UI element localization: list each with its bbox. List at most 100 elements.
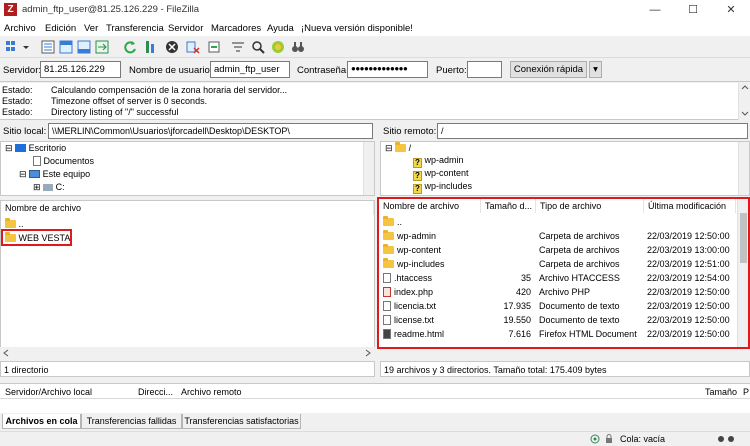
password-input[interactable]: ●●●●●●●●●●●●●: [347, 61, 428, 78]
remote-path-input[interactable]: /: [437, 123, 748, 139]
file-name: ..: [397, 217, 403, 227]
queue-col-direction[interactable]: Direcci...: [138, 387, 173, 397]
tree-node-este-equipo[interactable]: ⊟ Este equipo: [19, 169, 90, 180]
file-size-cell: 35: [520, 273, 531, 283]
sync-browse-icon[interactable]: [270, 39, 286, 55]
menu-nueva-version[interactable]: ¡Nueva versión disponible!: [301, 23, 413, 34]
column-header-modified[interactable]: Última modificación: [644, 199, 736, 213]
log-scrollbar[interactable]: [738, 83, 750, 120]
remote-tree-scrollbar[interactable]: [738, 142, 749, 195]
scroll-thumb[interactable]: [740, 213, 747, 263]
toggle-remote-tree-icon[interactable]: [76, 39, 92, 55]
file-date-cell: 22/03/2019 12:54:00: [647, 273, 730, 283]
queue-col-priority[interactable]: P: [743, 387, 749, 397]
file-name-cell: index.php: [383, 285, 479, 299]
site-manager-icon[interactable]: [4, 39, 20, 55]
tree-node-c-drive[interactable]: ⊞ C:: [33, 182, 65, 193]
expand-toggle-icon[interactable]: ⊞: [33, 182, 41, 192]
toolbar: [0, 36, 750, 58]
tab-successful-transfers[interactable]: Transferencias satisfactorias: [182, 414, 301, 429]
quickconnect-bar: Servidor: 81.25.126.229 Nombre de usuari…: [0, 58, 750, 82]
reconnect-icon[interactable]: [206, 39, 222, 55]
local-hscrollbar[interactable]: [0, 347, 375, 360]
remote-list-scrollbar[interactable]: [737, 199, 748, 347]
tab-failed-transfers[interactable]: Transferencias fallidas: [81, 414, 182, 429]
queue-col-size[interactable]: Tamaño: [705, 387, 737, 397]
local-path-input[interactable]: \\MERLIN\Common\Usuarios\jforcadell\Desk…: [48, 123, 373, 139]
remote-hscrollbar[interactable]: [380, 349, 750, 360]
close-button[interactable]: ✕: [712, 0, 750, 20]
menu-transferencia[interactable]: Transferencia: [106, 23, 164, 34]
queue-col-local[interactable]: Servidor/Archivo local: [5, 387, 92, 397]
scroll-left-icon[interactable]: [3, 349, 9, 357]
quickconnect-button[interactable]: Conexión rápida: [510, 61, 587, 78]
disconnect-icon[interactable]: [185, 39, 201, 55]
tree-node-escritorio[interactable]: ⊟ Escritorio: [5, 143, 66, 154]
file-row[interactable]: licencia.txt 17.935 Documento de texto 22/0…: [379, 299, 735, 313]
refresh-icon[interactable]: [122, 39, 138, 55]
file-row[interactable]: index.php 420 Archivo PHP 22/03/2019 12:50:…: [379, 285, 735, 299]
menu-marcadores[interactable]: Marcadores: [211, 23, 261, 34]
cancel-operation-icon[interactable]: [164, 39, 180, 55]
column-header-filename[interactable]: Nombre de archivo: [1, 201, 374, 215]
file-row[interactable]: readme.html 7.616 Firefox HTML Document 22/…: [379, 327, 735, 341]
port-input[interactable]: [467, 61, 502, 78]
scroll-up-icon[interactable]: [741, 84, 749, 90]
scroll-right-icon[interactable]: [365, 349, 371, 357]
toggle-local-tree-icon[interactable]: [58, 39, 74, 55]
file-row[interactable]: wp-includes Carpeta de archivos 22/03/2019…: [379, 257, 735, 271]
expand-toggle-icon[interactable]: ⊟: [385, 143, 393, 153]
folder-icon: [383, 244, 394, 254]
file-icon: [383, 315, 391, 325]
column-header-filename[interactable]: Nombre de archivo: [379, 199, 481, 213]
tab-queued-files[interactable]: Archivos en cola: [2, 414, 81, 429]
tree-node-root[interactable]: ⊟ /: [385, 142, 411, 154]
file-date-cell: 22/03/2019 12:50:00: [647, 315, 730, 325]
expand-toggle-icon[interactable]: ⊟: [19, 169, 27, 179]
file-row[interactable]: wp-content Carpeta de archivos 22/03/2019 …: [379, 243, 735, 257]
menu-archivo[interactable]: Archivo: [4, 23, 36, 34]
host-input[interactable]: 81.25.126.229: [40, 61, 121, 78]
toggle-queue-icon[interactable]: [94, 39, 110, 55]
download-indicator-icon: [728, 436, 734, 442]
menu-ver[interactable]: Ver: [84, 23, 98, 34]
minimize-button[interactable]: —: [636, 0, 674, 20]
username-input[interactable]: admin_ftp_user: [210, 61, 290, 78]
tree-node-wp-content[interactable]: ? wp-content: [413, 168, 469, 181]
menu-servidor[interactable]: Servidor: [168, 23, 203, 34]
upload-indicator-icon: [718, 436, 724, 442]
tree-node-wp-includes[interactable]: ? wp-includes: [413, 181, 472, 194]
search-icon[interactable]: [250, 39, 266, 55]
queue-status: Cola: vacía: [620, 434, 666, 444]
expand-toggle-icon[interactable]: ⊟: [5, 143, 13, 153]
quickconnect-dropdown-button[interactable]: ▾: [589, 61, 602, 78]
tree-node-documentos[interactable]: Documentos: [33, 156, 94, 166]
menu-ayuda[interactable]: Ayuda: [267, 23, 294, 34]
filezilla-logo-icon: Z: [4, 3, 17, 16]
file-row[interactable]: wp-admin Carpeta de archivos 22/03/2019 12…: [379, 229, 735, 243]
tree-node-wp-admin[interactable]: ? wp-admin: [413, 155, 464, 168]
process-queue-icon[interactable]: [143, 39, 159, 55]
file-row[interactable]: .htaccess 35 Archivo HTACCESS 22/03/2019 12…: [379, 271, 735, 285]
file-row[interactable]: license.txt 19.550 Documento de texto 22/03…: [379, 313, 735, 327]
filter-icon[interactable]: [230, 39, 246, 55]
queue-col-remote[interactable]: Archivo remoto: [181, 387, 242, 397]
message-log: Estado: Calculando compensación de la zo…: [0, 83, 750, 120]
file-name: license.txt: [394, 315, 435, 325]
file-row[interactable]: ..: [379, 215, 735, 229]
menu-edicion[interactable]: Edición: [45, 23, 76, 34]
file-type-cell: Archivo PHP: [539, 287, 591, 297]
binoculars-icon[interactable]: [290, 39, 306, 55]
folder-icon: [383, 216, 394, 226]
scroll-down-icon[interactable]: [741, 111, 749, 117]
local-tree-scrollbar[interactable]: [363, 142, 374, 195]
site-dropdown-icon[interactable]: [22, 39, 30, 55]
remote-file-list: Nombre de archivo Tamaño d... Tipo de ar…: [377, 197, 750, 349]
file-type-cell: Documento de texto: [539, 301, 620, 311]
network-icon: [590, 434, 600, 444]
column-header-type[interactable]: Tipo de archivo: [536, 199, 644, 213]
toggle-log-icon[interactable]: [40, 39, 56, 55]
column-header-size[interactable]: Tamaño d...: [481, 199, 536, 213]
host-label: Servidor:: [3, 65, 42, 76]
maximize-button[interactable]: ☐: [674, 0, 712, 20]
